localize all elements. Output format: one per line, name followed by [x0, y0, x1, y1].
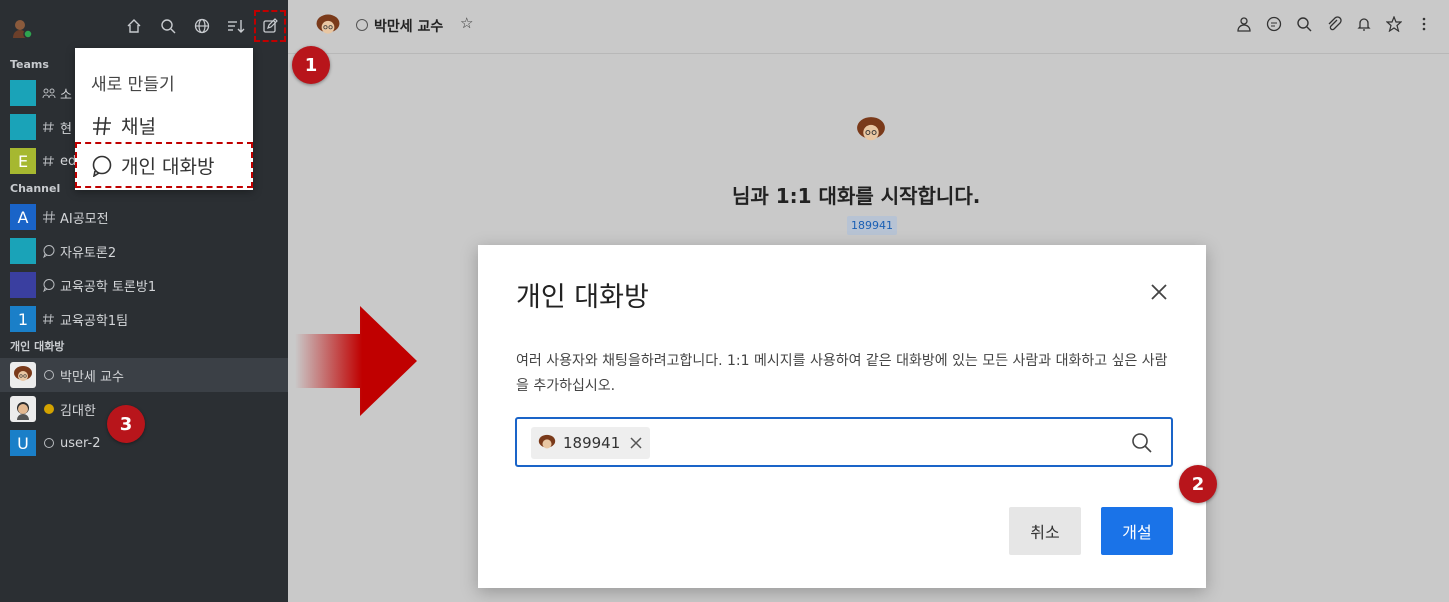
sidebar-item-channel-free[interactable]: 자유토론2 — [0, 234, 288, 268]
team-channel-icon — [43, 313, 54, 325]
sidebar-item-label: ed — [60, 153, 77, 169]
channel-avatar: 1 — [10, 306, 36, 332]
channel-avatar — [10, 272, 36, 298]
globe-icon[interactable] — [190, 14, 214, 38]
channel-avatar: A — [10, 204, 36, 230]
sidebar-item-label: 현 — [60, 121, 72, 137]
team-avatar — [10, 80, 36, 106]
hash-icon — [93, 116, 111, 135]
menu-item-label: 채널 — [121, 116, 156, 138]
avatar — [10, 396, 36, 422]
avatar — [10, 362, 36, 388]
discussion-icon — [43, 245, 55, 258]
avatar — [316, 14, 340, 34]
selected-user-chip[interactable]: 189941 — [531, 427, 651, 459]
thread-icon[interactable] — [1265, 15, 1283, 33]
chat-header: 박만세 교수 ☆ — [288, 0, 1449, 54]
bell-icon[interactable] — [1355, 15, 1373, 33]
star-icon[interactable]: ☆ — [460, 14, 473, 32]
chip-label: 189941 — [563, 434, 621, 452]
sidebar-item-channel-ai[interactable]: A AI공모전 — [0, 200, 288, 234]
team-channel-icon — [43, 121, 54, 133]
step-badge-3: 3 — [107, 405, 145, 443]
close-icon[interactable] — [1150, 283, 1168, 301]
avatar — [538, 434, 556, 449]
cancel-button[interactable]: 취소 — [1009, 507, 1081, 555]
sidebar-item-channel-team1[interactable]: 1 교육공학1팀 — [0, 302, 288, 336]
discussion-icon — [43, 279, 55, 292]
sidebar-item-label: 박만세 교수 — [60, 369, 124, 385]
sidebar-item-dm-park[interactable]: 박만세 교수 — [0, 358, 288, 392]
step-badge-2: 2 — [1179, 465, 1217, 503]
sidebar-item-label: 교육공학1팀 — [60, 313, 129, 329]
chat-title: 박만세 교수 — [374, 19, 444, 35]
avatar: U — [10, 430, 36, 456]
sidebar-toolbar — [122, 10, 286, 42]
dm-dialog: 개인 대화방 여러 사용자와 채팅을하려고합니다. 1:1 메시지를 사용하여 … — [478, 245, 1206, 588]
sidebar-item-channel-edu[interactable]: 교육공학 토론방1 — [0, 268, 288, 302]
user-search-input[interactable]: 189941 — [515, 417, 1173, 467]
away-status-icon — [44, 404, 54, 414]
section-label-dm: 개인 대화방 — [10, 340, 65, 353]
star-outline-icon[interactable] — [1385, 15, 1403, 33]
search-icon[interactable] — [156, 14, 180, 38]
offline-status-icon — [356, 19, 368, 31]
home-icon[interactable] — [122, 14, 146, 38]
remove-icon[interactable] — [630, 437, 642, 449]
hash-icon — [43, 210, 55, 224]
dialog-description: 여러 사용자와 채팅을하려고합니다. 1:1 메시지를 사용하여 같은 대화방에… — [516, 353, 1168, 394]
search-icon[interactable] — [1131, 432, 1153, 454]
create-button[interactable]: 개설 — [1101, 507, 1173, 555]
team-channel-icon — [43, 155, 54, 167]
attachment-icon[interactable] — [1325, 15, 1343, 33]
sidebar-item-dm-user2[interactable]: U user-2 — [0, 426, 288, 460]
step-badge-1: 1 — [292, 46, 330, 84]
arrow-right-icon — [295, 306, 417, 416]
team-icon — [42, 88, 56, 99]
sort-icon[interactable] — [224, 14, 248, 38]
dialog-title: 개인 대화방 — [516, 282, 649, 313]
sidebar-item-label: 자유토론2 — [60, 245, 117, 261]
user-tag[interactable]: 189941 — [847, 216, 897, 235]
channel-avatar — [10, 238, 36, 264]
sidebar-item-label: 교육공학 토론방1 — [60, 279, 157, 295]
search-icon[interactable] — [1295, 15, 1313, 33]
header-toolbar — [1235, 15, 1433, 33]
avatar — [857, 117, 885, 141]
sidebar-item-label: 김대한 — [60, 403, 96, 419]
highlight-box — [75, 142, 253, 188]
sidebar-top — [0, 0, 288, 54]
menu-item-channel[interactable]: 채널 — [91, 112, 156, 139]
more-icon[interactable] — [1415, 15, 1433, 33]
offline-status-icon — [44, 370, 54, 380]
user-icon[interactable] — [1235, 15, 1253, 33]
sidebar-item-label: 소 — [60, 87, 72, 103]
create-new-menu: 새로 만들기 채널 개인 대화방 — [75, 48, 253, 190]
sidebar-item-label: AI공모전 — [60, 211, 109, 227]
menu-title: 새로 만들기 — [91, 75, 175, 95]
intro-message: 님과 1:1 대화를 시작합니다. — [732, 184, 981, 208]
sidebar: Teams 소 현 E ed Channel A AI공모전 자유토론2 교육공… — [0, 0, 288, 602]
team-avatar — [10, 114, 36, 140]
create-new-icon[interactable] — [254, 10, 286, 42]
sidebar-item-label: user-2 — [60, 435, 101, 451]
team-avatar: E — [10, 148, 36, 174]
offline-status-icon — [44, 438, 54, 448]
user-avatar-icon[interactable] — [10, 16, 34, 40]
